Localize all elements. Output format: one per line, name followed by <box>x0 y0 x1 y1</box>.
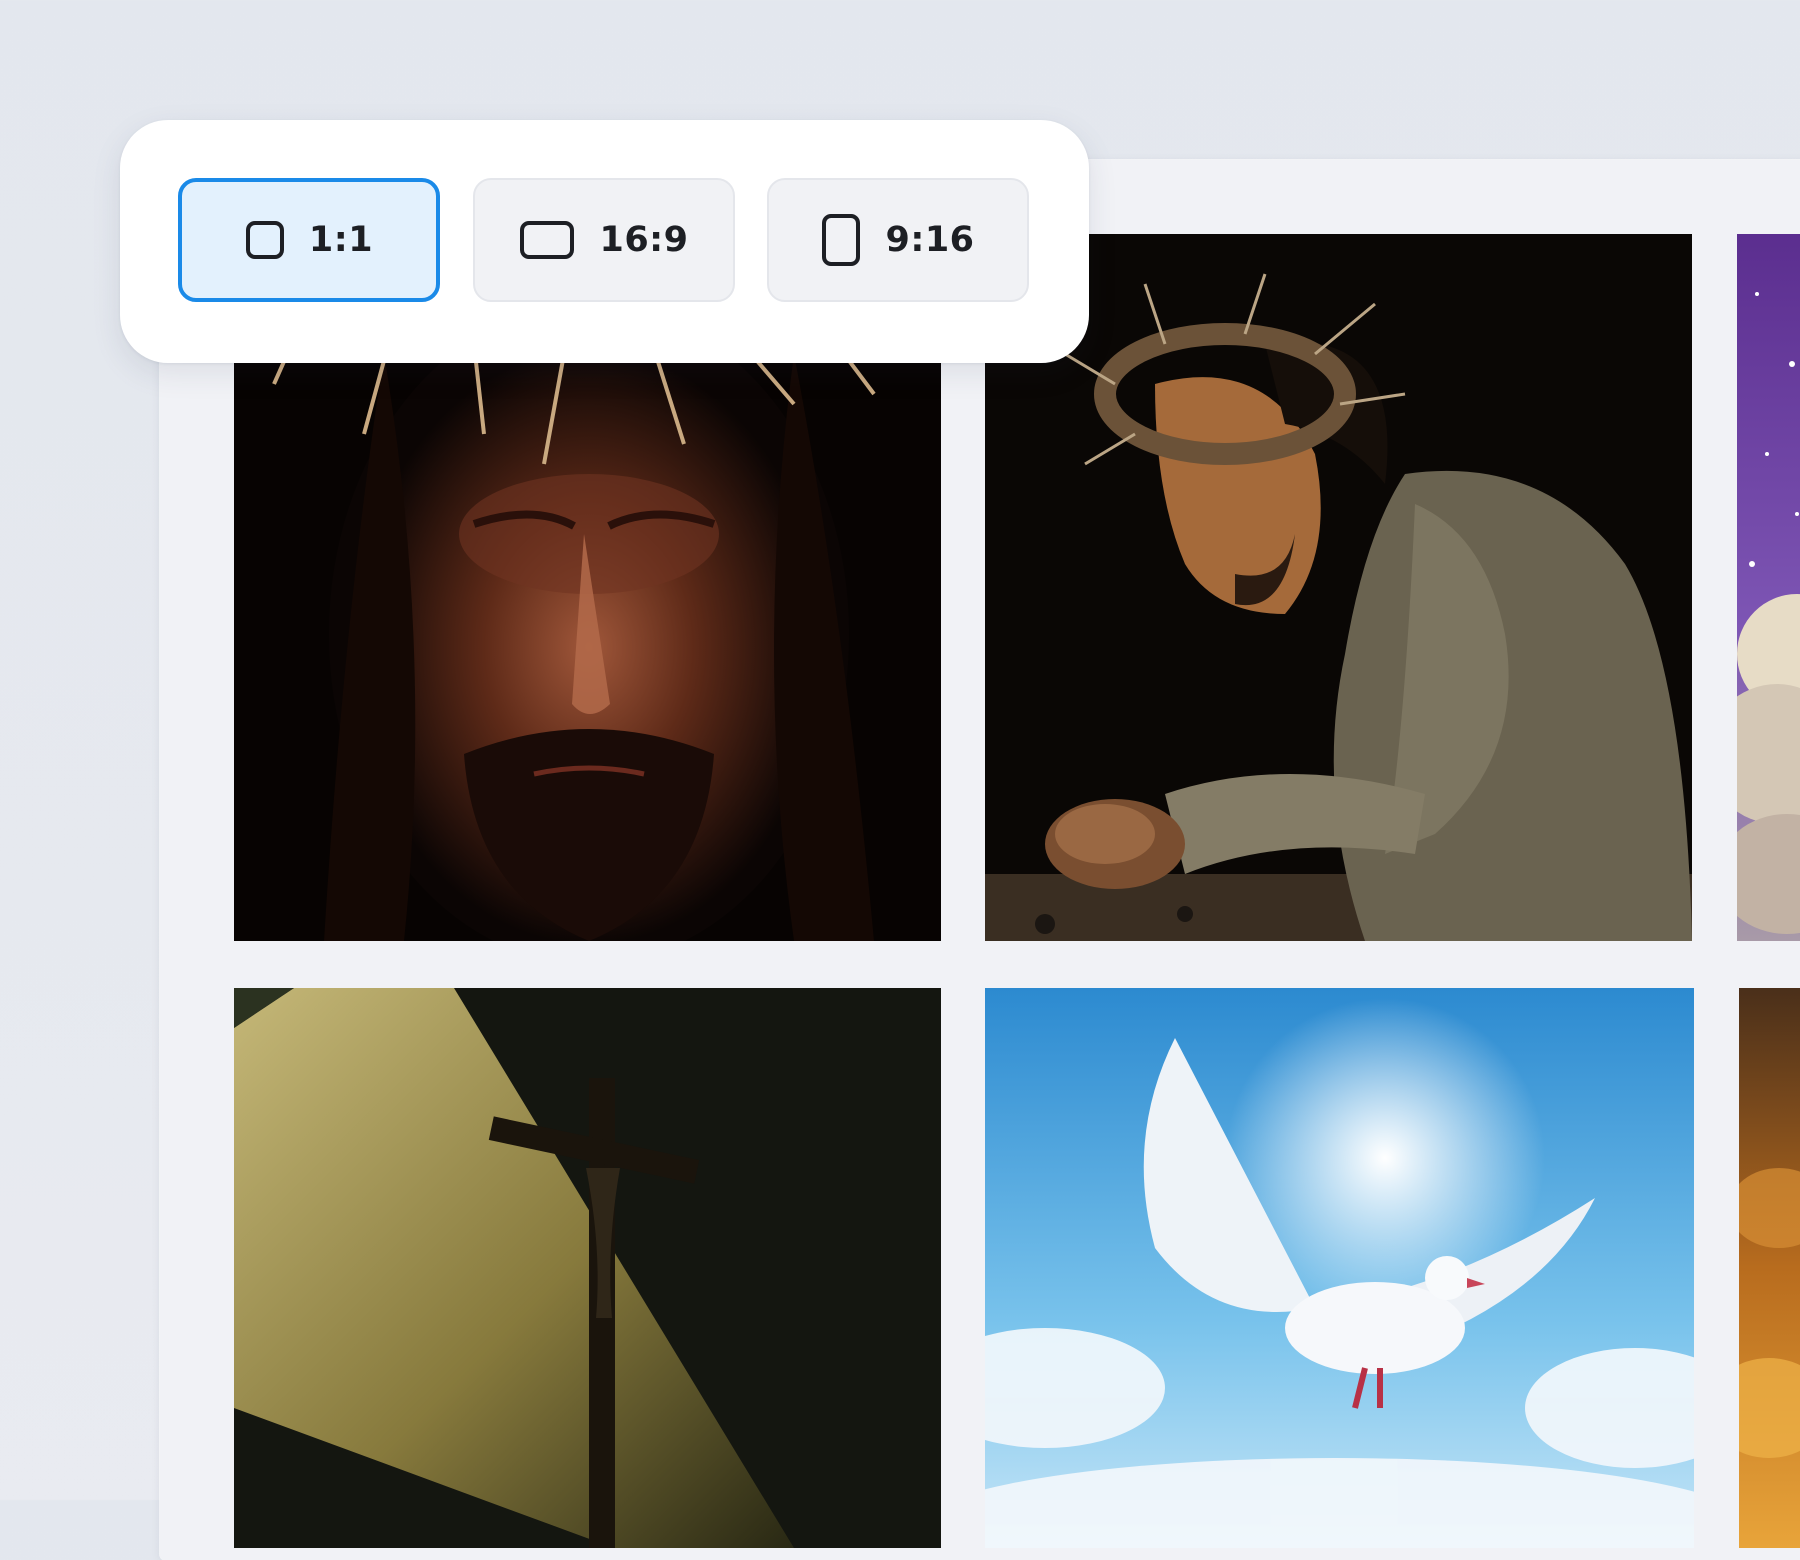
gallery-image-dove[interactable] <box>985 988 1694 1548</box>
portrait-rectangle-icon <box>821 213 861 267</box>
golden-clouds-image <box>1739 988 1800 1548</box>
landscape-rectangle-icon <box>519 220 575 260</box>
aspect-ratio-16-9-button[interactable]: 16:9 <box>473 178 735 302</box>
square-icon <box>245 220 285 260</box>
crucifix-image <box>234 988 941 1548</box>
gallery-image-crucifix[interactable] <box>234 988 941 1548</box>
dove-image <box>985 988 1694 1548</box>
aspect-ratio-9-16-button[interactable]: 9:16 <box>767 178 1029 302</box>
jesus-praying-image <box>985 234 1692 941</box>
aspect-ratio-1-1-button[interactable]: 1:1 <box>178 178 440 302</box>
gallery-image-jesus-praying[interactable] <box>985 234 1692 941</box>
starry-sky-image <box>1737 234 1800 941</box>
aspect-ratio-label: 16:9 <box>599 220 689 260</box>
aspect-ratio-selector: 1:1 16:9 9:16 <box>120 120 1089 363</box>
gallery-image-starry-sky[interactable] <box>1737 234 1800 941</box>
gallery-image-golden-clouds[interactable] <box>1739 988 1800 1548</box>
aspect-ratio-label: 1:1 <box>308 220 374 260</box>
aspect-ratio-label: 9:16 <box>885 220 975 260</box>
